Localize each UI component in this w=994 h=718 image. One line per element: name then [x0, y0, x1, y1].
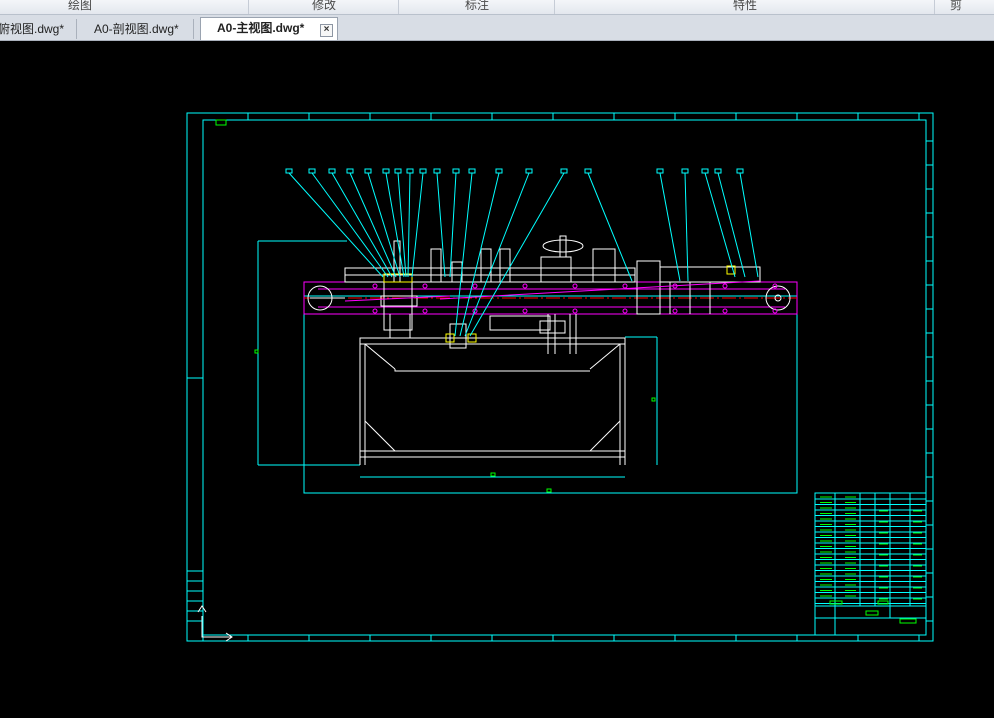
- bolt: [722, 283, 728, 289]
- balloon: [285, 168, 293, 174]
- title-block-outline: [814, 492, 927, 636]
- drawing-frame: [186, 112, 934, 642]
- frame-brace: [364, 420, 396, 452]
- cad-drawing: [186, 112, 934, 642]
- hopper: [542, 239, 584, 253]
- leader-line: [449, 172, 457, 278]
- frame-brace: [589, 420, 621, 452]
- document-tab-bar: 俯视图.dwg* A0-剖视图.dwg* A0-主视图.dwg* ×: [0, 15, 994, 41]
- balloon: [382, 168, 390, 174]
- bolt: [522, 308, 528, 314]
- ribbon-panel-bar: 绘图 修改 标注 特性 剪: [0, 0, 994, 15]
- balloon: [701, 168, 709, 174]
- balloon: [681, 168, 689, 174]
- outline-dimensions: [257, 240, 798, 494]
- balloon: [468, 168, 476, 174]
- balloon: [346, 168, 354, 174]
- leader-line: [587, 172, 633, 282]
- bolt: [622, 283, 628, 289]
- leader-line: [331, 172, 393, 278]
- bolt: [372, 283, 378, 289]
- bolt: [422, 283, 428, 289]
- leader-line: [411, 172, 424, 278]
- leader-line: [684, 172, 689, 282]
- leader-line: [704, 172, 736, 278]
- leader-line: [464, 172, 530, 337]
- balloon: [364, 168, 372, 174]
- leader-line: [397, 172, 407, 278]
- leader-line: [459, 172, 500, 337]
- title-entry: [829, 600, 843, 605]
- balloon: [419, 168, 427, 174]
- ribbon-panel-annotate[interactable]: 标注: [437, 0, 517, 14]
- cylinder: [430, 248, 442, 283]
- tab-top-view[interactable]: 俯视图.dwg*: [0, 19, 77, 39]
- top-margin-marks: [215, 119, 227, 126]
- outer-border: [186, 112, 934, 642]
- leader-line: [659, 172, 681, 282]
- bolt: [622, 308, 628, 314]
- balloon: [560, 168, 568, 174]
- leader-line: [311, 172, 389, 278]
- ribbon-panel-properties[interactable]: 特性: [705, 0, 785, 14]
- balloon: [394, 168, 402, 174]
- bolt: [472, 283, 478, 289]
- title-block-rows: [815, 498, 926, 604]
- ribbon-separator: [398, 0, 399, 14]
- bolt: [572, 283, 578, 289]
- ribbon-separator: [934, 0, 935, 14]
- title-block: [814, 492, 927, 636]
- balloon: [736, 168, 744, 174]
- leader-line: [717, 172, 746, 278]
- title-entry: [865, 610, 879, 616]
- ribbon-panel-clipboard[interactable]: 剪: [950, 0, 994, 14]
- leader-line: [739, 172, 759, 278]
- bolt: [372, 308, 378, 314]
- ribbon-panel-modify[interactable]: 修改: [284, 0, 364, 14]
- leader-line: [288, 172, 384, 278]
- highlighted-parts: [344, 265, 761, 343]
- balloon: [656, 168, 664, 174]
- balloon: [495, 168, 503, 174]
- drawing-canvas[interactable]: [0, 41, 994, 718]
- mechanism-assemblies: [344, 235, 761, 354]
- revision-block: [186, 570, 204, 642]
- ribbon-separator: [248, 0, 249, 14]
- frame-top-beam: [359, 337, 626, 345]
- balloon: [328, 168, 336, 174]
- machine-frame: [359, 337, 626, 465]
- bolt: [422, 308, 428, 314]
- ribbon-panel-draw[interactable]: 绘图: [40, 0, 120, 14]
- tab-front-view-label: A0-主视图.dwg*: [217, 21, 305, 35]
- frame-ticks: [187, 113, 933, 641]
- zone-mark: [215, 119, 227, 126]
- cylinder: [499, 248, 511, 283]
- leader-line: [454, 172, 473, 337]
- balloon: [714, 168, 722, 174]
- title-entry: [877, 600, 889, 605]
- bolt: [672, 308, 678, 314]
- balloon: [406, 168, 414, 174]
- bolt: [722, 308, 728, 314]
- balloon: [584, 168, 592, 174]
- balloon-leaders: [285, 168, 759, 337]
- leader-line: [469, 172, 565, 337]
- bolt: [572, 308, 578, 314]
- title-entry: [899, 618, 917, 624]
- leader-line: [407, 172, 411, 278]
- cylinder: [480, 248, 492, 283]
- frame-brace: [364, 343, 396, 370]
- balloon: [308, 168, 316, 174]
- ribbon-separator: [554, 0, 555, 14]
- balloon: [525, 168, 533, 174]
- balloon: [433, 168, 441, 174]
- balloon: [452, 168, 460, 174]
- bolt: [522, 283, 528, 289]
- close-icon[interactable]: ×: [320, 24, 333, 37]
- frame-bottom-beam: [359, 450, 626, 458]
- cylinder: [592, 248, 616, 283]
- frame-brace: [589, 343, 621, 370]
- tab-front-view[interactable]: A0-主视图.dwg* ×: [200, 17, 338, 40]
- tab-section-view[interactable]: A0-剖视图.dwg*: [88, 19, 194, 39]
